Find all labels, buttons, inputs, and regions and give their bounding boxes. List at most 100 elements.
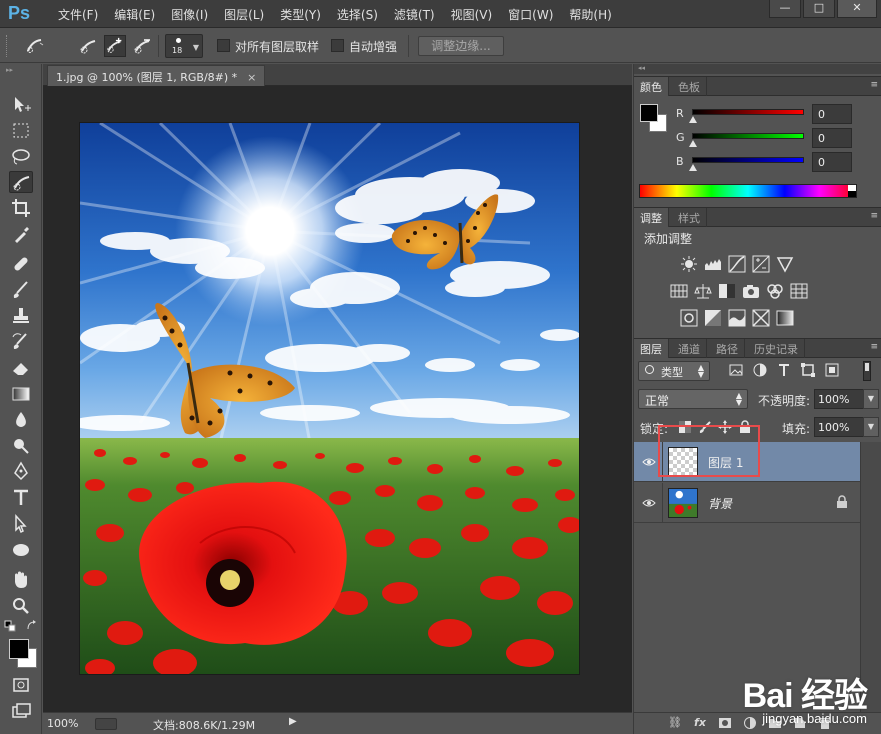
red-slider[interactable] [692,109,804,115]
tab-adjustments[interactable]: 调整 [634,208,669,227]
default-colors-icon[interactable] [4,620,18,632]
fx-icon[interactable]: fx [693,716,707,730]
status-menu-arrow-icon[interactable]: ▶ [289,716,297,727]
red-slider-knob[interactable] [689,116,697,123]
history-brush-tool-icon[interactable] [9,331,33,353]
green-slider[interactable] [692,133,804,139]
document-image[interactable] [80,123,579,674]
tab-history[interactable]: 历史记录 [748,339,805,358]
red-value[interactable]: 0 [812,104,852,124]
layer-row-background[interactable]: 背景 [634,483,860,523]
layer-filter-select[interactable]: 类型 ▲ ▼ [638,361,710,381]
brightness-contrast-icon[interactable] [680,255,698,273]
pen-tool-icon[interactable] [9,461,33,483]
menu-select[interactable]: 选择(S) [329,6,386,23]
hue-saturation-icon[interactable] [670,282,688,300]
filter-shape-icon[interactable] [800,362,816,378]
link-icon[interactable]: ⛓ [668,716,682,730]
color-lookup-icon[interactable] [790,282,808,300]
quick-selection-tool-icon[interactable] [9,171,33,193]
layer-thumbnail[interactable] [668,488,698,518]
tab-swatches[interactable]: 色板 [672,77,707,96]
gradient-map-icon[interactable] [776,309,794,327]
panel-menu-icon[interactable]: ≡ [870,342,878,352]
chevron-down-icon[interactable]: ▼ [863,417,879,437]
swap-colors-icon[interactable] [26,620,38,632]
tab-styles[interactable]: 样式 [672,208,707,227]
document-tab[interactable]: 1.jpg @ 100% (图层 1, RGB/8#) * × [47,65,266,86]
close-button[interactable]: ✕ [837,0,877,18]
auto-enhance-checkbox[interactable] [331,39,344,52]
type-tool-icon[interactable] [9,487,33,509]
opacity-input[interactable]: 100% ▼ [814,389,879,409]
marquee-tool-icon[interactable] [9,120,33,142]
filter-adjustment-icon[interactable] [752,362,768,378]
zoom-level[interactable]: 100% [47,717,78,730]
gradient-tool-icon[interactable] [9,383,33,405]
menu-edit[interactable]: 编辑(E) [106,6,163,23]
color-balance-icon[interactable] [694,282,712,300]
layer-name[interactable]: 背景 [708,495,732,512]
green-slider-knob[interactable] [689,140,697,147]
menu-image[interactable]: 图像(I) [163,6,216,23]
dock-grip[interactable]: ◂◂ [634,64,881,74]
mask-icon[interactable] [718,716,732,730]
tools-grip[interactable]: ▸▸ [6,66,36,74]
filter-smart-object-icon[interactable] [824,362,840,378]
healing-brush-tool-icon[interactable] [9,253,33,275]
brush-size-picker[interactable]: 18 ▼ [165,34,203,58]
blur-tool-icon[interactable] [9,409,33,431]
chevron-down-icon[interactable]: ▼ [863,389,879,409]
menu-file[interactable]: 文件(F) [50,6,106,23]
panel-menu-icon[interactable]: ≡ [870,80,878,90]
blue-slider[interactable] [692,157,804,163]
vibrance-icon[interactable] [776,255,794,273]
refine-edge-button[interactable]: 调整边缘... [418,36,504,56]
tab-channels[interactable]: 通道 [672,339,707,358]
ellipse-tool-icon[interactable] [9,539,33,561]
move-tool-icon[interactable] [9,94,33,116]
threshold-icon[interactable] [728,309,746,327]
blue-value[interactable]: 0 [812,152,852,172]
photo-filter-icon[interactable] [742,282,760,300]
screen-mode-icon[interactable] [9,700,33,722]
tab-layers[interactable]: 图层 [634,339,669,358]
tab-color[interactable]: 颜色 [634,77,669,96]
eyedropper-tool-icon[interactable] [9,223,33,245]
zoom-tool-icon[interactable] [9,595,33,617]
dodge-tool-icon[interactable] [9,435,33,457]
channel-mixer-icon[interactable] [766,282,784,300]
black-white-icon[interactable] [718,282,736,300]
crop-tool-icon[interactable] [9,197,33,219]
tab-paths[interactable]: 路径 [710,339,745,358]
hand-tool-icon[interactable] [9,569,33,591]
filter-type-icon[interactable] [776,362,792,378]
menu-layer[interactable]: 图层(L) [216,6,272,23]
sample-all-layers-checkbox[interactable] [217,39,230,52]
maximize-button[interactable]: □ [803,0,835,18]
fill-input[interactable]: 100% ▼ [814,417,879,437]
color-panel-foreground-swatch[interactable] [640,104,658,122]
levels-icon[interactable] [704,255,722,273]
close-tab-icon[interactable]: × [247,71,256,84]
blend-mode-select[interactable]: 正常 ▲ ▼ [638,389,748,409]
layer-filter-toggle[interactable] [863,361,871,381]
selective-color-icon[interactable] [752,309,770,327]
minimize-button[interactable]: — [769,0,801,18]
eye-icon[interactable] [642,496,656,510]
clone-stamp-tool-icon[interactable] [9,305,33,327]
eye-icon[interactable] [642,455,656,469]
quick-mask-icon[interactable] [9,674,33,696]
invert-icon[interactable] [680,309,698,327]
options-grip[interactable] [6,35,9,57]
panel-menu-icon[interactable]: ≡ [870,211,878,221]
menu-type[interactable]: 类型(Y) [272,6,329,23]
exposure-icon[interactable] [752,255,770,273]
filter-pixel-icon[interactable] [728,362,744,378]
menu-filter[interactable]: 滤镜(T) [386,6,443,23]
color-spectrum-bar[interactable] [639,184,857,198]
posterize-icon[interactable] [704,309,722,327]
curves-icon[interactable] [728,255,746,273]
menu-help[interactable]: 帮助(H) [561,6,619,23]
blue-slider-knob[interactable] [689,164,697,171]
